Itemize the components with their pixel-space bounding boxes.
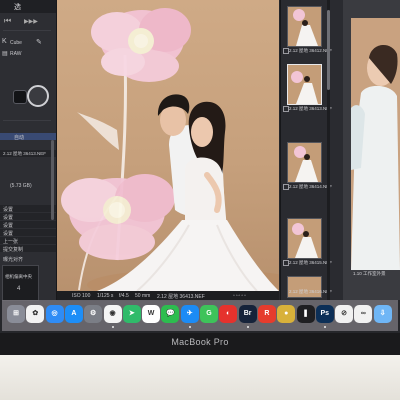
file-row[interactable]: 2.12 屋地 36413.NEF (0, 150, 56, 157)
tool-label: Cube (10, 40, 22, 46)
launchpad-dock-icon[interactable]: ⊞ (7, 305, 25, 323)
divider (3, 120, 51, 121)
section-header[interactable]: 自动 (0, 133, 56, 141)
panel-title: 选 (14, 4, 21, 11)
preview-label: 1.10 工作室外景 (353, 271, 386, 276)
wechat-dock-icon[interactable]: 💬 (161, 305, 180, 323)
green-app-dock-icon[interactable]: G (200, 305, 218, 323)
skip-back-icon[interactable]: ⏮ (4, 16, 11, 26)
iso-value: ISO 100 (72, 293, 91, 299)
running-indicator (323, 326, 326, 328)
scrollbar[interactable] (51, 140, 54, 220)
filmstrip-scrollbar[interactable] (327, 0, 330, 300)
fast-forward-icon[interactable]: ▶▶▶ (24, 18, 38, 28)
navigation-dock-icon[interactable]: ➤ (122, 305, 141, 323)
thumbnail[interactable] (287, 142, 322, 183)
running-indicator (188, 326, 191, 328)
chrome-dock-icon[interactable]: ◉ (103, 305, 122, 323)
option-row[interactable]: 设置 (0, 213, 56, 221)
capture-one-dock-icon[interactable]: ❚ (296, 305, 315, 323)
thumbnail-selected[interactable] (287, 64, 322, 105)
thumbnail[interactable] (287, 218, 322, 259)
device-label: MacBook Pro (171, 337, 229, 347)
format-label: RAW (10, 51, 22, 57)
shutter-value: 1/125 s (97, 293, 114, 299)
clip-dock-icon[interactable]: ⊘ (335, 305, 354, 323)
tool-k-icon[interactable]: K (2, 38, 7, 45)
laptop-base (0, 355, 400, 400)
thumbnail-image (291, 71, 318, 104)
thumbnail-label: 2.12 屋地 36414.NEF (289, 184, 333, 189)
option-row[interactable]: 提交复制 (0, 245, 56, 253)
preview-image[interactable] (351, 18, 400, 270)
running-indicator (111, 326, 114, 328)
left-topbar: 选 (0, 0, 56, 13)
capture-button[interactable] (27, 85, 49, 107)
settings-dock-icon[interactable]: ⚙ (84, 305, 103, 323)
thumbnail-label: 2.12 屋地 36413.NEF (289, 106, 333, 111)
netease-music-dock-icon[interactable]: ◐ (219, 305, 238, 323)
thumbnail-image (293, 9, 318, 46)
file-size: (5.73 GB) (10, 183, 32, 189)
laptop: 选 ⏮ ▶▶▶ K Cube ✎ ▤ RAW 自动 2.12 屋地 36413.… (0, 0, 400, 400)
wedding-photo-image (61, 8, 279, 291)
section-label: 自动 (14, 135, 25, 141)
camera-button[interactable] (13, 90, 27, 104)
right-preview-panel: 1.10 工作室外景 (343, 0, 400, 300)
running-indicator (246, 326, 249, 328)
option-row[interactable]: 设置 (0, 205, 56, 213)
aperture-value: f/4.5 (119, 293, 129, 299)
document-icon[interactable]: ▤ (2, 50, 8, 57)
option-row[interactable]: 上一张 (0, 237, 56, 245)
rating-dots[interactable]: ▫▫▫▫▫ (233, 293, 247, 299)
thumbnail-label: 2.12 屋地 36415.NEF (289, 260, 333, 265)
divider (3, 30, 51, 31)
info-value: 4 (17, 286, 21, 292)
thumbnail-image (294, 146, 318, 182)
messages-dock-icon[interactable]: ✈ (180, 305, 199, 323)
info-line: 相机偏离中央 (5, 274, 32, 279)
footer-label: 曝光对齐 (3, 257, 24, 263)
thumbnail-image (292, 223, 318, 258)
thumbnail-label: 2.12 屋地 36416.NEF (289, 289, 333, 294)
bridge-dock-icon[interactable]: Br (238, 305, 257, 323)
scroll-knob[interactable] (327, 10, 330, 90)
focal-value: 50 mm (135, 293, 151, 299)
screen: 选 ⏮ ▶▶▶ K Cube ✎ ▤ RAW 自动 2.12 屋地 36413.… (0, 0, 400, 333)
preview-photo (351, 44, 400, 270)
notes-dock-icon[interactable]: ● (277, 305, 296, 323)
info-box: 相机偏离中央 4 (2, 265, 39, 301)
status-file-name: 2.12 屋地 36413.NEF (157, 294, 205, 300)
app-store-dock-icon[interactable]: A (64, 305, 83, 323)
photos-dock-icon[interactable]: ✿ (26, 305, 45, 323)
file-name: 2.12 屋地 36413.NEF (3, 151, 47, 156)
left-panel: 选 ⏮ ▶▶▶ K Cube ✎ ▤ RAW 自动 2.12 屋地 36413.… (0, 0, 57, 301)
option-row[interactable]: 设置 (0, 221, 56, 229)
thumbnail-label: 2.12 屋地 36412.NEF (289, 48, 333, 53)
main-photo[interactable] (57, 0, 279, 291)
link-dock-icon[interactable]: ∞ (354, 305, 373, 323)
red-app-dock-icon[interactable]: R (257, 305, 276, 323)
downloads-dock-icon[interactable]: ⇩ (373, 305, 392, 323)
photoshop-dock-icon[interactable]: Ps (315, 305, 334, 323)
filmstrip: 2.12 屋地 36412.NEF 2.12 屋地 36413.NEF 2.12… (280, 0, 343, 300)
wps-dock-icon[interactable]: W (142, 305, 161, 323)
thumbnail[interactable] (287, 6, 322, 47)
option-row[interactable]: 设置 (0, 229, 56, 237)
pencil-icon[interactable]: ✎ (36, 38, 42, 46)
safari-dock-icon[interactable]: ◎ (45, 305, 64, 323)
